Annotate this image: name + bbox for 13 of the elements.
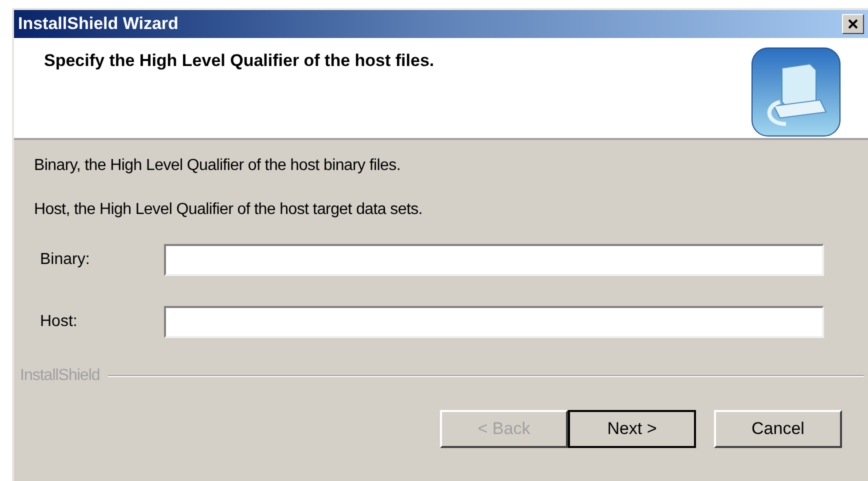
input-field[interactable]	[164, 244, 824, 276]
description-text: Binary, the High Level Qualifier of the host binary files.	[34, 156, 402, 176]
computer-icon	[750, 46, 842, 138]
window-title: InstallShield Wizard	[18, 13, 178, 36]
input-field[interactable]	[164, 306, 824, 338]
field-label: Host:	[39, 312, 78, 332]
close-icon	[848, 19, 858, 29]
wizard-button[interactable]: Cancel	[714, 410, 842, 448]
close-button[interactable]	[842, 14, 864, 34]
description-text: Host, the High Level Qualifier of the host target data sets.	[34, 200, 424, 220]
header-title: Specify the High Level Qualifier of the host files.	[44, 50, 434, 72]
wizard-button[interactable]: Next >	[568, 410, 696, 448]
field-label: Binary:	[39, 250, 91, 270]
